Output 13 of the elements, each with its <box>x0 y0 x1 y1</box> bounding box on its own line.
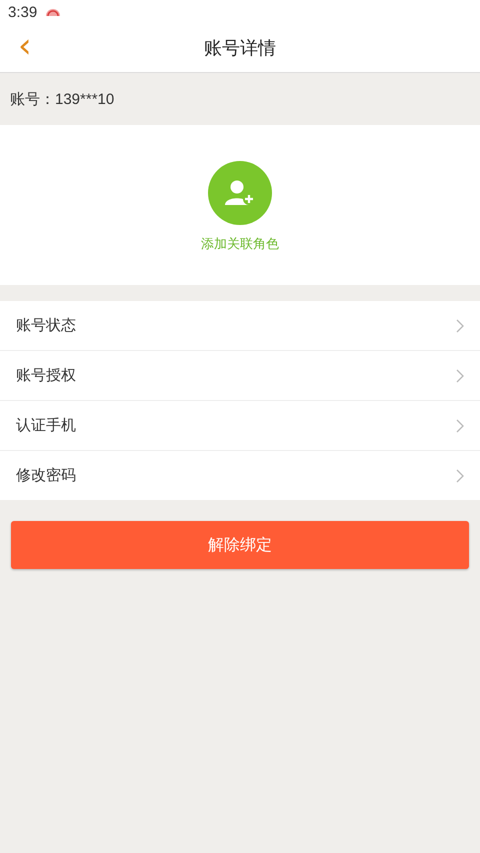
menu-item[interactable]: 账号授权 <box>0 351 480 401</box>
add-user-icon <box>224 179 256 207</box>
chevron-icon <box>456 418 464 432</box>
status-time: 3:39 <box>8 4 38 20</box>
chevron-icon <box>456 318 464 332</box>
menu-item[interactable]: 认证手机 <box>0 401 480 451</box>
menu-item[interactable]: 修改密码 <box>0 451 480 500</box>
notification-icon <box>45 7 62 17</box>
page-title: 账号详情 <box>204 37 276 60</box>
account-number: 账号：139***10 <box>10 90 114 108</box>
chevron-icon <box>456 368 464 382</box>
chevron-icon <box>456 468 464 482</box>
menu-item[interactable]: 账号状态 <box>0 301 480 351</box>
